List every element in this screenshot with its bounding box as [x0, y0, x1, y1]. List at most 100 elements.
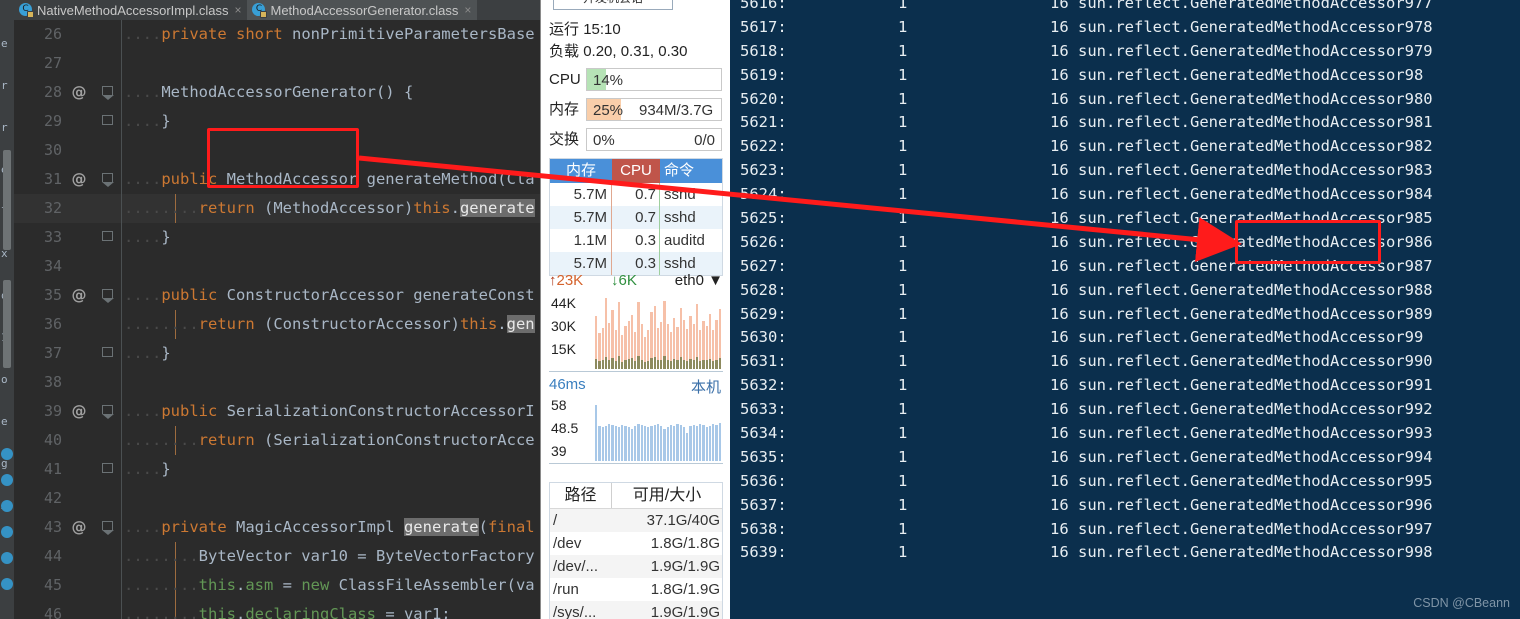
instance-bytes: 16	[1050, 232, 1069, 251]
terminal-row: 5626: 1 16 sun.reflect.GeneratedMethodAcces…	[730, 231, 1520, 255]
indent-guide	[121, 339, 122, 368]
latency-chart-bars	[595, 400, 721, 461]
terminal-row: 5623: 1 16 sun.reflect.GeneratedMethodAcces…	[730, 159, 1520, 183]
editor-tab[interactable]: C NativeMethodAccessorImpl.class ×	[14, 0, 247, 20]
fold-toggle-icon[interactable]	[102, 521, 114, 535]
histogram-rank: 5627:	[740, 256, 787, 275]
uptime-row: 运行 15:10	[549, 18, 621, 39]
close-icon[interactable]: ×	[234, 3, 241, 17]
fold-toggle-icon[interactable]	[102, 115, 113, 125]
scrollbar-thumb[interactable]	[3, 280, 11, 368]
line-number: 37	[43, 344, 62, 362]
instance-count: 1	[898, 424, 908, 443]
structure-strip-item[interactable]: o	[0, 374, 14, 386]
annotation-marker-icon[interactable]: @	[70, 78, 88, 107]
disk-row[interactable]: /run 1.8G/1.9G	[550, 578, 722, 601]
chart-bar	[712, 329, 715, 369]
close-icon[interactable]: ×	[464, 3, 471, 17]
terminal-row: 5622: 1 16 sun.reflect.GeneratedMethodAcces…	[730, 135, 1520, 159]
fold-toggle-icon[interactable]	[102, 173, 114, 187]
instance-bytes: 16	[1050, 400, 1069, 419]
structure-strip-item[interactable]: r	[0, 80, 14, 92]
disk-size: 1.9G/1.9G	[650, 558, 720, 575]
process-col-cpu[interactable]: CPU	[612, 159, 660, 183]
terminal-row: 5617: 1 16 sun.reflect.GeneratedMethodAcces…	[730, 16, 1520, 40]
disk-row[interactable]: / 37.1G/40G	[550, 509, 722, 532]
annotation-marker-icon[interactable]: @	[70, 513, 88, 542]
fold-toggle-icon[interactable]	[102, 405, 114, 419]
instance-count: 1	[898, 17, 908, 36]
fold-toggle-icon[interactable]	[102, 347, 113, 357]
instance-bytes: 16	[1050, 113, 1069, 132]
structure-strip-item[interactable]: r	[0, 122, 14, 134]
chart-bar	[604, 298, 607, 369]
process-col-memory[interactable]: 内存	[550, 159, 612, 183]
line-number: 42	[43, 489, 62, 507]
class-marker-icon[interactable]	[1, 500, 13, 512]
instance-bytes: 16	[1050, 543, 1069, 562]
chart-bar	[624, 325, 627, 369]
session-dropdown[interactable]: 开发机会话	[553, 0, 673, 10]
process-row[interactable]: 5.7M 0.7 sshd	[550, 183, 722, 206]
process-col-command[interactable]: 命令	[660, 159, 722, 183]
annotation-marker-icon[interactable]: @	[70, 397, 88, 426]
terminal-output-pane[interactable]: 5616: 1 16 sun.reflect.GeneratedMethodAcces…	[730, 0, 1520, 619]
fold-toggle-icon[interactable]	[102, 289, 114, 303]
histogram-rank: 5624:	[740, 185, 787, 204]
process-cpu: 0.3	[612, 229, 660, 252]
fold-toggle-icon[interactable]	[102, 86, 114, 100]
histogram-rank: 5638:	[740, 519, 787, 538]
network-interface-label: eth0	[674, 272, 704, 289]
class-marker-icon[interactable]	[1, 578, 13, 590]
chart-bar	[708, 426, 711, 461]
indent-guide	[121, 107, 122, 136]
terminal-row: 5627: 1 16 sun.reflect.GeneratedMethodAcces…	[730, 255, 1520, 279]
class-marker-icon[interactable]	[1, 448, 13, 460]
indent-guide	[121, 513, 122, 542]
process-memory: 5.7M	[550, 183, 612, 206]
annotation-marker-icon[interactable]: @	[70, 165, 88, 194]
load-label: 负载	[549, 43, 580, 60]
annotation-marker-icon[interactable]: @	[70, 281, 88, 310]
structure-strip[interactable]: errelxo1oegA	[0, 0, 14, 619]
chart-bar	[695, 303, 698, 369]
indent-guide	[121, 397, 122, 426]
histogram-rank: 5622:	[740, 137, 787, 156]
disk-row[interactable]: /dev 1.8G/1.8G	[550, 532, 722, 555]
class-file-icon: C	[19, 3, 34, 18]
chart-bar	[718, 422, 721, 461]
chart-bar	[640, 324, 643, 369]
chart-bar	[669, 425, 672, 461]
process-table[interactable]: 内存 CPU 命令 5.7M 0.7 sshd 5.7M 0.7 sshd 1.1M 0.3 audi…	[549, 158, 723, 276]
class-marker-icon[interactable]	[1, 526, 13, 538]
disk-row[interactable]: /sys/... 1.9G/1.9G	[550, 601, 722, 619]
disk-col-size: 可用/大小	[632, 487, 702, 504]
chart-bar	[705, 325, 708, 369]
process-row[interactable]: 1.1M 0.3 auditd	[550, 229, 722, 252]
line-number: 41	[43, 460, 62, 478]
process-memory: 5.7M	[550, 206, 612, 229]
structure-strip-item[interactable]: e	[0, 38, 14, 50]
process-row[interactable]: 5.7M 0.7 sshd	[550, 206, 722, 229]
histogram-rank: 5619:	[740, 65, 787, 84]
instance-count: 1	[898, 304, 908, 323]
chart-bar	[598, 333, 601, 369]
scrollbar-thumb[interactable]	[3, 150, 11, 250]
class-name: sun.reflect.GeneratedMethodAccessor986	[1078, 232, 1433, 251]
instance-bytes: 16	[1050, 519, 1069, 538]
line-number: 26	[43, 25, 62, 43]
fold-toggle-icon[interactable]	[102, 231, 113, 241]
class-marker-icon[interactable]	[1, 552, 13, 564]
class-name: sun.reflect.GeneratedMethodAccessor993	[1078, 424, 1433, 443]
network-interface-select[interactable]: eth0 ▼	[675, 272, 723, 289]
network-chart-y-labels: 44K 30K 15K	[551, 296, 576, 365]
chart-bar	[673, 426, 676, 461]
uptime-value: 15:10	[583, 21, 621, 38]
chart-bar	[601, 427, 604, 461]
disk-row[interactable]: /dev/... 1.9G/1.9G	[550, 555, 722, 578]
fold-toggle-icon[interactable]	[102, 463, 113, 473]
structure-strip-item[interactable]: e	[0, 416, 14, 428]
editor-tab[interactable]: C MethodAccessorGenerator.class ×	[247, 0, 478, 20]
disk-table[interactable]: 路径 可用/大小 / 37.1G/40G/dev 1.8G/1.8G/dev/... 1.…	[549, 482, 723, 619]
class-marker-icon[interactable]	[1, 474, 13, 486]
